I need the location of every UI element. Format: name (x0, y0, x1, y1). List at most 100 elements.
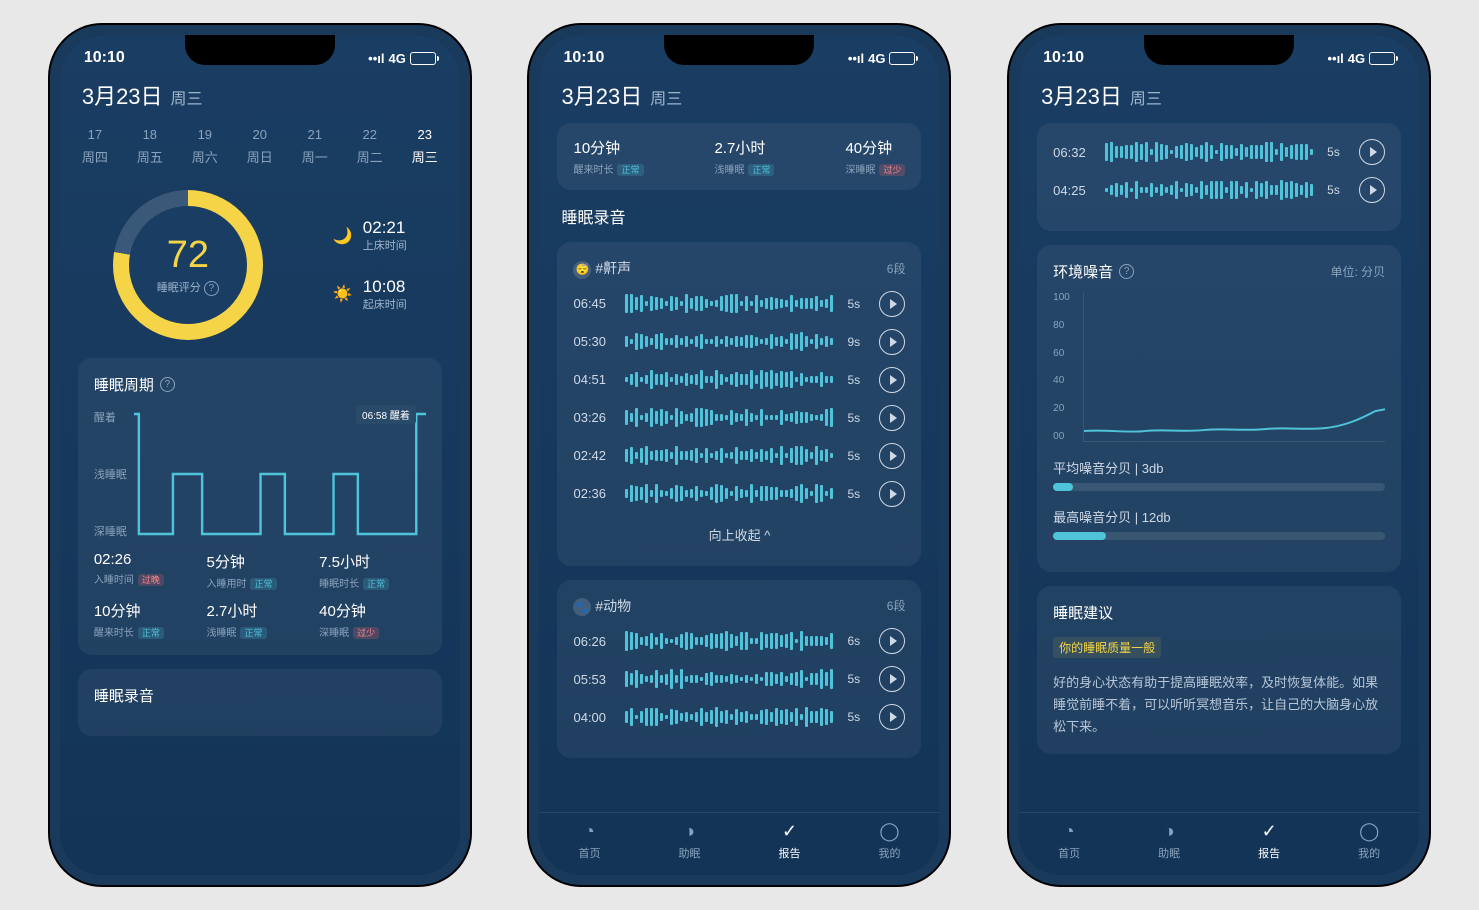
help-icon[interactable]: ? (1119, 264, 1134, 279)
waveform (625, 483, 837, 505)
section-title: 睡眠录音 (561, 204, 917, 228)
recording-card-peek[interactable]: 睡眠录音 (78, 669, 442, 736)
audio-item: 06:45 5s (573, 291, 905, 317)
play-button[interactable] (879, 329, 905, 355)
play-button[interactable] (1359, 177, 1385, 203)
notch (664, 35, 814, 65)
tab-icon: ◯ (1319, 821, 1419, 842)
date-main: 3月23日 (82, 79, 163, 111)
day-picker[interactable]: 17周四 18周五 19周六 20周日 21周一 22周二 23周三 (78, 123, 442, 184)
help-icon[interactable]: ? (204, 281, 219, 296)
waveform (625, 630, 837, 652)
notch (185, 35, 335, 65)
tab-助眠[interactable]: ◑助眠 (639, 821, 739, 861)
stat-cell: 40分钟深睡眠过少 (319, 600, 426, 639)
audio-item: 05:53 5s (573, 666, 905, 692)
noise-chart: 1008060402000 (1053, 292, 1385, 442)
battery-icon (889, 52, 915, 65)
tab-icon: ◯ (839, 821, 939, 842)
signal-icon: ••ıl (848, 51, 864, 66)
tabbar: ◔首页◑助眠✓报告◯我的 (539, 812, 939, 875)
waveform (625, 331, 837, 353)
play-button[interactable] (879, 443, 905, 469)
audio-item: 02:42 5s (573, 443, 905, 469)
battery-icon (410, 52, 436, 65)
group-header: 🐾 #动物 6段 (573, 596, 905, 617)
card-title: 睡眠周期 ? (94, 374, 426, 395)
audio-item: 04:00 5s (573, 704, 905, 730)
waveform (625, 445, 837, 467)
tab-我的[interactable]: ◯我的 (1319, 821, 1419, 861)
help-icon[interactable]: ? (160, 377, 175, 392)
network-label: 4G (388, 51, 405, 66)
day-item[interactable]: 19周六 (192, 123, 218, 170)
waveform (625, 369, 837, 391)
play-button[interactable] (879, 405, 905, 431)
notch (1144, 35, 1294, 65)
stat-cell: 2.7小时浅睡眠正常 (206, 600, 313, 639)
waveform (625, 706, 837, 728)
audio-item: 06:32 5s (1053, 139, 1385, 165)
animal-group: 🐾 #动物 6段 06:26 6s 05:53 5s 04:00 5s (557, 580, 921, 759)
tab-我的[interactable]: ◯我的 (839, 821, 939, 861)
tab-icon: ◑ (639, 821, 739, 842)
audio-item: 02:36 5s (573, 481, 905, 507)
day-item[interactable]: 17周四 (82, 123, 108, 170)
play-button[interactable] (879, 628, 905, 654)
sleep-cycle-chart: 醒着 浅睡眠 深睡眠 06:58 醒着 (94, 409, 426, 539)
day-item[interactable]: 20周日 (247, 123, 273, 170)
chart-tooltip: 06:58 醒着 (356, 405, 416, 424)
tab-icon: ✓ (1219, 821, 1319, 842)
tabbar: ◔首页◑助眠✓报告◯我的 (1019, 812, 1419, 875)
stat-grid: 02:26入睡时间过晚5分钟入睡用时正常7.5小时睡眠时长正常10分钟醒来时长正… (94, 551, 426, 639)
audio-item: 03:26 5s (573, 405, 905, 431)
day-item[interactable]: 18周五 (137, 123, 163, 170)
status-time: 10:10 (84, 49, 125, 67)
day-item[interactable]: 23周三 (412, 123, 438, 170)
phone-1: 10:10 ••ıl 4G 3月23日 周三 17周四18周五19周六20周日2… (50, 25, 470, 885)
score-value: 72 (157, 234, 219, 277)
day-item[interactable]: 21周一 (302, 123, 328, 170)
play-button[interactable] (879, 666, 905, 692)
noise-card: 环境噪音 ? 单位: 分贝 1008060402000 平均噪音分贝 | 3db (1037, 245, 1401, 572)
tab-报告[interactable]: ✓报告 (1219, 821, 1319, 861)
collapse-button[interactable]: 向上收起 ^ (573, 519, 905, 550)
stat-cell: 5分钟入睡用时正常 (206, 551, 313, 590)
advice-card: 睡眠建议 你的睡眠质量一般 好的身心状态有助于提高睡眠效率，及时恢复体能。如果睡… (1037, 586, 1401, 754)
advice-highlight: 你的睡眠质量一般 (1053, 637, 1161, 658)
play-button[interactable] (879, 481, 905, 507)
waveform (625, 668, 837, 690)
tab-助眠[interactable]: ◑助眠 (1119, 821, 1219, 861)
date-weekday: 周三 (171, 85, 203, 109)
play-button[interactable] (1359, 139, 1385, 165)
snore-group: 😴 #鼾声 6段 06:45 5s 05:30 9s 04:51 5s 03:2… (557, 242, 921, 566)
waveform (1105, 141, 1317, 163)
stat-cell: 40分钟深睡眠过少 (845, 137, 905, 176)
moon-icon: 🌙 (333, 226, 353, 246)
waveform (1105, 179, 1317, 201)
play-button[interactable] (879, 704, 905, 730)
sleep-cycle-card: 睡眠周期 ? 醒着 浅睡眠 深睡眠 06:58 醒着 (78, 358, 442, 655)
audio-item: 04:25 5s (1053, 177, 1385, 203)
audio-item: 04:51 5s (573, 367, 905, 393)
date-header: 3月23日 周三 (557, 71, 921, 123)
top-audio-card: 06:32 5s 04:25 5s (1037, 123, 1401, 231)
tab-icon: ✓ (739, 821, 839, 842)
audio-item: 05:30 9s (573, 329, 905, 355)
stat-row: 10分钟醒来时长正常 2.7小时浅睡眠正常 40分钟深睡眠过少 (557, 123, 921, 190)
play-button[interactable] (879, 291, 905, 317)
tab-首页[interactable]: ◔首页 (539, 821, 639, 861)
waveform (625, 407, 837, 429)
phone-3: 10:10 ••ıl 4G 3月23日 周三 06:32 5s 04:25 5s (1009, 25, 1429, 885)
stat-cell: 2.7小时浅睡眠正常 (714, 137, 774, 176)
day-item[interactable]: 22周二 (357, 123, 383, 170)
date-header: 3月23日 周三 (1037, 71, 1401, 123)
unit-label: 单位: 分贝 (1330, 263, 1385, 280)
tab-首页[interactable]: ◔首页 (1019, 821, 1119, 861)
tab-icon: ◑ (1119, 821, 1219, 842)
battery-icon (1369, 52, 1395, 65)
stat-cell: 10分钟醒来时长正常 (573, 137, 643, 176)
tab-报告[interactable]: ✓报告 (739, 821, 839, 861)
play-button[interactable] (879, 367, 905, 393)
max-noise: 最高噪音分贝 | 12db (1053, 507, 1385, 526)
